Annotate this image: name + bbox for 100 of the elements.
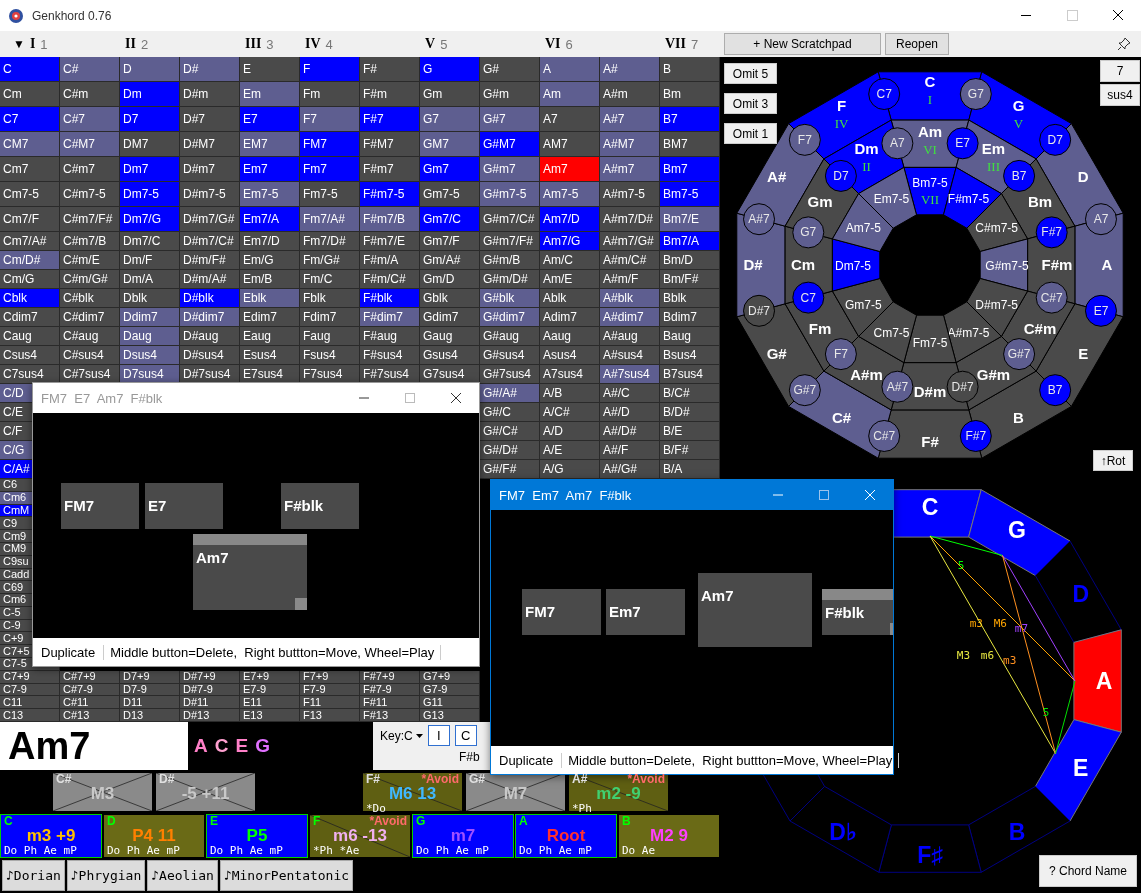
chord-cell[interactable]: F#dim7: [360, 308, 420, 327]
chord-cell[interactable]: G#m7/C#: [480, 207, 540, 232]
chord-cell[interactable]: A/D: [540, 422, 600, 441]
toolbar-button[interactable]: + New Scratchpad: [724, 33, 881, 55]
chord-cell[interactable]: D: [120, 57, 180, 82]
chord-cell[interactable]: Em7/A: [240, 207, 300, 232]
chord-cell[interactable]: A#m/F: [600, 270, 660, 289]
chord-cell[interactable]: G#m/B: [480, 251, 540, 270]
chord-cell[interactable]: F#sus4: [360, 346, 420, 365]
chord-cell[interactable]: Cm: [0, 82, 60, 107]
chord-cell[interactable]: A/B: [540, 384, 600, 403]
chord-cell[interactable]: F#11: [360, 696, 420, 710]
chord-cell[interactable]: F#m/A: [360, 251, 420, 270]
seventh-circle[interactable]: B7: [1003, 159, 1036, 192]
chord-cell[interactable]: Dm: [120, 82, 180, 107]
chord-cell[interactable]: F#m/C#: [360, 270, 420, 289]
seventh-circle[interactable]: E7: [1084, 294, 1117, 327]
chord-cell[interactable]: Em7-5: [240, 182, 300, 207]
chord-cell[interactable]: Cdim7: [0, 308, 60, 327]
chord-cell[interactable]: G#m/D#: [480, 270, 540, 289]
chord-cell[interactable]: E7: [240, 107, 300, 132]
chord-cell[interactable]: Gblk: [420, 289, 480, 308]
note-sector[interactable]: A: [1073, 629, 1122, 733]
chord-cell[interactable]: F#7: [360, 107, 420, 132]
chord-cell[interactable]: D#dim7: [180, 308, 240, 327]
chord-cell[interactable]: G#/C: [480, 403, 540, 422]
chord-cell[interactable]: A/C#: [540, 403, 600, 422]
interval-key[interactable]: F *Avoid m6 -13 *Ph *Ae: [309, 814, 411, 858]
chord-cell[interactable]: F7: [300, 107, 360, 132]
chord-cell[interactable]: F#aug: [360, 327, 420, 346]
seventh-circle[interactable]: C7: [792, 281, 825, 314]
seventh-circle[interactable]: D7: [824, 159, 857, 192]
chord-cell[interactable]: Csus4: [0, 346, 60, 365]
chord-cell[interactable]: Am7/D: [540, 207, 600, 232]
chord-cell[interactable]: Fdim7: [300, 308, 360, 327]
chord-cell[interactable]: B7: [660, 107, 720, 132]
chord-cell[interactable]: F#blk: [360, 289, 420, 308]
chord-cell[interactable]: C11: [0, 696, 60, 710]
interval-key[interactable]: A Root Do Ph Ae mP: [515, 814, 617, 858]
chord-cell[interactable]: C#m/E: [60, 251, 120, 270]
chord-cell[interactable]: DM7: [120, 132, 180, 157]
chord-cell[interactable]: G#m7: [480, 157, 540, 182]
omit-button[interactable]: Omit 5: [724, 63, 777, 84]
chord-block[interactable]: Am7: [193, 534, 307, 610]
chord-cell[interactable]: C#aug: [60, 327, 120, 346]
key-dropdown[interactable]: Key:C: [380, 728, 423, 743]
chord-cell[interactable]: F#7+9: [360, 670, 420, 684]
chord-cell[interactable]: Adim7: [540, 308, 600, 327]
chord-cell[interactable]: Edim7: [240, 308, 300, 327]
chord-cell[interactable]: D#m/F#: [180, 251, 240, 270]
interval-key[interactable]: A# *Avoid m2 -9 *Ph: [568, 772, 669, 812]
interval-key[interactable]: G m7 Do Ph Ae mP: [412, 814, 514, 858]
chord-cell[interactable]: G: [420, 57, 480, 82]
chord-cell[interactable]: A#M7: [600, 132, 660, 157]
seventh-circle[interactable]: G7: [792, 216, 825, 249]
chord-cell[interactable]: C#M7: [60, 132, 120, 157]
chord-cell[interactable]: C#7+9: [60, 670, 120, 684]
chord-cell[interactable]: A#m: [600, 82, 660, 107]
chord-cell[interactable]: G7+9: [420, 670, 480, 684]
chord-cell[interactable]: A#/G#: [600, 460, 660, 479]
chord-cell[interactable]: Fsus4: [300, 346, 360, 365]
chord-cell[interactable]: Gm/A#: [420, 251, 480, 270]
scale-button[interactable]: ♪Aeolian: [147, 860, 218, 891]
chord-cell[interactable]: A#/F: [600, 441, 660, 460]
chord-cell[interactable]: G#m: [480, 82, 540, 107]
chord-cell[interactable]: Fm/G#: [300, 251, 360, 270]
key-button[interactable]: I: [427, 725, 450, 746]
chord-cell[interactable]: D7+9: [120, 670, 180, 684]
chord-cell[interactable]: D#m7-5: [180, 182, 240, 207]
chord-block[interactable]: E7: [145, 483, 223, 529]
chord-cell[interactable]: Esus4: [240, 346, 300, 365]
chord-cell[interactable]: Am7/G: [540, 232, 600, 251]
chord-cell[interactable]: G#blk: [480, 289, 540, 308]
chord-cell[interactable]: B/A: [660, 460, 720, 479]
chord-block[interactable]: Em7: [606, 589, 685, 635]
chord-cell[interactable]: Am/E: [540, 270, 600, 289]
seventh-circle[interactable]: A#7: [881, 370, 914, 403]
chord-cell[interactable]: G#/A#: [480, 384, 540, 403]
chord-cell[interactable]: Dm7-5: [120, 182, 180, 207]
seventh-circle[interactable]: F7: [824, 338, 857, 371]
chord-cell[interactable]: G#M7: [480, 132, 540, 157]
chord-cell[interactable]: CM7: [0, 132, 60, 157]
chord-cell[interactable]: D#M7: [180, 132, 240, 157]
chord-cell[interactable]: Bblk: [660, 289, 720, 308]
chord-cell[interactable]: D7: [120, 107, 180, 132]
chord-cell[interactable]: G#m7/F#: [480, 232, 540, 251]
resize-handle[interactable]: [295, 598, 307, 610]
omit-button[interactable]: Omit 1: [724, 123, 777, 144]
chord-cell[interactable]: A#m7/G#: [600, 232, 660, 251]
chord-cell[interactable]: Em7: [240, 157, 300, 182]
chord-cell[interactable]: Fm7/D#: [300, 232, 360, 251]
seventh-circle[interactable]: D#7: [743, 294, 776, 327]
chord-cell[interactable]: Bm/F#: [660, 270, 720, 289]
chord-cell[interactable]: B/E: [660, 422, 720, 441]
chord-cell[interactable]: Gm7: [420, 157, 480, 182]
seventh-circle[interactable]: C7: [868, 78, 901, 111]
extension-button[interactable]: 7: [1100, 60, 1140, 82]
seventh-circle[interactable]: G#7: [1003, 338, 1036, 371]
chord-cell[interactable]: Fm: [300, 82, 360, 107]
collapse-toggle[interactable]: ▼: [13, 37, 25, 51]
